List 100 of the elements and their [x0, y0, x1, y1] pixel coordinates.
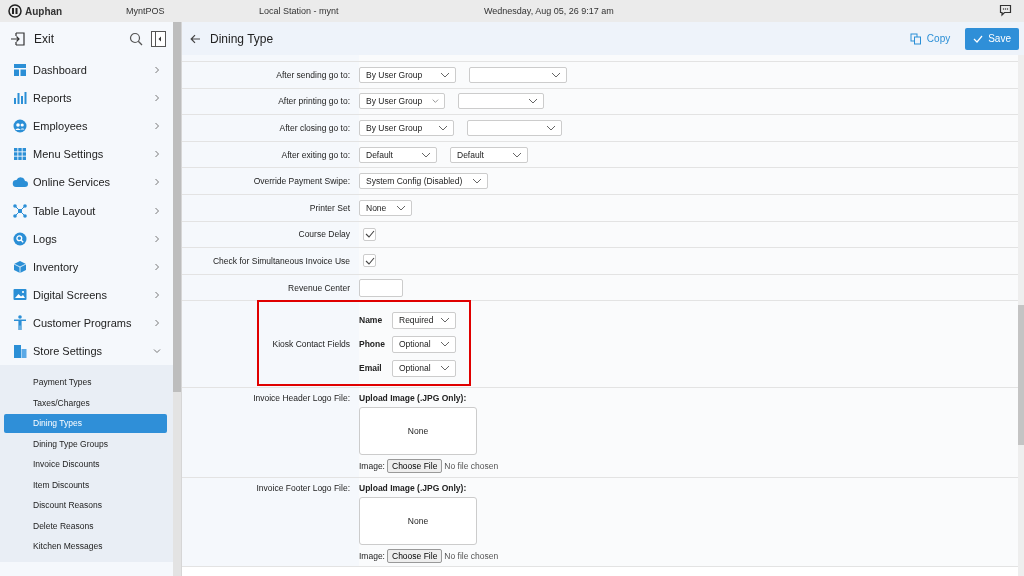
station-name: Local Station - mynt [259, 6, 339, 16]
submenu-item[interactable]: Delete Reasons [4, 516, 167, 536]
chevron-icon [153, 262, 161, 271]
chevron-icon [440, 71, 450, 78]
nav-item[interactable]: Logs [0, 224, 173, 253]
nav-item[interactable]: Reports [0, 84, 173, 113]
chevron-icon [528, 98, 538, 105]
field-label: Invoice Header Logo File: [253, 393, 350, 404]
exit-button[interactable]: Exit [10, 31, 121, 47]
dropdown[interactable]: By User Group [359, 66, 456, 83]
nav-item[interactable]: Online Services [0, 168, 173, 197]
scrollbar[interactable] [173, 22, 181, 576]
check-icon [364, 230, 375, 239]
submenu-item[interactable]: Item Discounts [4, 475, 167, 495]
nav-item[interactable]: Customer Programs [0, 308, 173, 337]
chevron-icon [153, 206, 161, 215]
scrollbar[interactable] [1018, 55, 1024, 576]
nav-item[interactable]: Employees [0, 112, 173, 141]
dropdown[interactable]: System Config (Disabled) [359, 173, 489, 190]
submenu-item[interactable]: Dining Type Groups [4, 434, 167, 454]
chevron-icon [153, 94, 161, 103]
chevron-icon [438, 125, 448, 131]
field-label: After sending go to: [276, 69, 350, 80]
person-icon [13, 315, 27, 331]
nav-item[interactable]: Store Settings [0, 336, 173, 366]
nav-item[interactable]: Dashboard [0, 56, 173, 85]
file-status: No file chosen [444, 461, 499, 472]
chevron-icon [421, 151, 431, 158]
brand-name: Auphan [25, 5, 63, 17]
dropdown[interactable]: None [359, 199, 413, 216]
field-label: Override Payment Swipe: [253, 176, 350, 187]
dropdown[interactable]: Optional [392, 335, 456, 353]
chevron-icon [153, 234, 161, 243]
cloud-icon [12, 176, 28, 189]
chevron-icon [153, 347, 161, 355]
collapse-sidebar-icon[interactable] [151, 31, 166, 47]
dropdown[interactable]: Required [392, 311, 456, 329]
image-label: Image: [359, 461, 385, 472]
exit-icon [10, 31, 26, 47]
chevron-icon [153, 122, 161, 131]
check-icon [973, 34, 984, 43]
chevron-icon [546, 125, 556, 131]
chat-icon[interactable] [999, 4, 1012, 17]
chevron-icon [153, 150, 161, 159]
page-title: Dining Type [210, 31, 274, 46]
submenu-item[interactable]: Kitchen Messages [4, 537, 167, 556]
logo-icon [8, 4, 22, 18]
choose-file-button[interactable]: Choose File [387, 548, 443, 563]
dropdown[interactable]: By User Group [359, 120, 454, 136]
field-label: Course Delay [298, 229, 350, 240]
field-label: Invoice Footer Logo File: [256, 482, 350, 493]
chevron-icon [153, 290, 161, 299]
nav-item[interactable]: Inventory [0, 252, 173, 281]
chevron-icon [396, 204, 407, 211]
text-field[interactable] [359, 278, 403, 297]
building-icon [13, 344, 27, 358]
chevron-icon [440, 365, 450, 372]
nav-item[interactable]: Menu Settings [0, 140, 173, 169]
image-label: Image: [359, 550, 385, 561]
dropdown[interactable]: Default [359, 146, 437, 163]
choose-file-button[interactable]: Choose File [387, 459, 443, 474]
image-icon [13, 288, 27, 302]
submenu-item[interactable]: Invoice Discounts [4, 455, 167, 474]
back-arrow-icon[interactable] [190, 33, 201, 44]
check-icon [364, 256, 375, 265]
checkbox[interactable] [363, 254, 376, 268]
nav-item[interactable]: Digital Screens [0, 280, 173, 309]
chevron-icon [440, 317, 450, 324]
submenu-item[interactable]: Discount Reasons [4, 496, 167, 515]
chevron-icon [153, 318, 161, 327]
chevron-icon [153, 178, 161, 187]
dashboard-icon [13, 63, 27, 78]
dropdown[interactable]: Default [450, 146, 528, 163]
bar-chart-icon [13, 91, 27, 106]
date-time: Wednesday, Aug 05, 26 9:17 am [484, 6, 614, 16]
field-name: Name [359, 315, 384, 326]
network-icon [13, 203, 27, 218]
file-status: No file chosen [444, 550, 499, 561]
dropdown[interactable]: Optional [392, 359, 456, 377]
field-label: After printing go to: [278, 96, 350, 107]
nav-item[interactable]: Table Layout [0, 196, 173, 225]
checkbox[interactable] [363, 227, 376, 241]
chevron-icon [551, 71, 561, 78]
chevron-icon [153, 66, 161, 75]
search-circle-icon [13, 231, 27, 246]
copy-icon [909, 32, 922, 45]
submenu-item[interactable]: Taxes/Charges [4, 393, 167, 413]
field-label: Kiosk Contact Fields [272, 339, 350, 350]
upload-heading: Upload Image (.JPG Only): [359, 482, 468, 493]
field-label: Printer Set [309, 202, 350, 213]
cube-icon [13, 259, 27, 274]
app-name: MyntPOS [126, 6, 165, 16]
grid-icon [13, 147, 27, 162]
dropdown[interactable]: By User Group [359, 93, 445, 110]
field-label: Revenue Center [288, 282, 350, 293]
submenu-item[interactable]: Payment Types [4, 373, 167, 392]
field-label: After closing go to: [279, 123, 350, 133]
field-name: Email [359, 363, 383, 374]
field-label: After exiting go to: [281, 149, 350, 160]
search-icon[interactable] [129, 32, 143, 46]
